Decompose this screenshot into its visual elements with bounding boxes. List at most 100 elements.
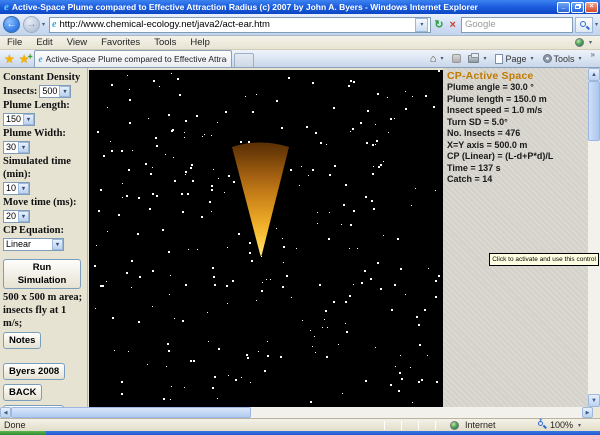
printer-icon: [468, 52, 480, 63]
page-icon: [495, 53, 504, 64]
info-xy-axis: X=Y axis = 500.0 m: [447, 139, 528, 150]
url-text: http://www.chemical-ecology.net/java2/ac…: [59, 19, 270, 30]
info-plume-length: Plume length = 150.0 m: [447, 93, 547, 104]
page-menu-button[interactable]: Page ▾: [495, 53, 535, 64]
simulation-canvas[interactable]: [89, 70, 443, 407]
tools-dropdown-icon: ▾: [578, 56, 582, 62]
plume-length-value: 150: [6, 114, 22, 124]
browser-window: e Active-Space Plume compared to Effecti…: [0, 0, 600, 435]
tools-menu-button[interactable]: Tools ▾: [542, 53, 584, 64]
search-options-icon[interactable]: ▾: [595, 21, 598, 28]
history-dropdown-icon[interactable]: ▾: [42, 21, 45, 28]
horizontal-scrollbar[interactable]: ◀ ▶: [0, 407, 600, 418]
scroll-right-icon[interactable]: ▶: [582, 407, 593, 418]
magnifier-icon: [579, 20, 586, 27]
plume-width-select[interactable]: 30 ▾: [3, 141, 31, 154]
tab-favicon: e: [38, 54, 43, 64]
ie-logo-icon: e: [4, 1, 9, 13]
info-turn-sd: Turn SD = 5.0°: [447, 116, 508, 127]
tab-bar: ★ ★ + e Active-Space Plume compared to Ef…: [0, 50, 600, 68]
scroll-left-icon[interactable]: ◀: [0, 407, 11, 418]
controls-sidebar: Constant Density Insects: 500 ▾ Plume Len…: [0, 68, 88, 435]
chevron-down-icon: ▾: [18, 142, 30, 153]
scroll-down-icon[interactable]: ▼: [588, 394, 600, 407]
zoom-dropdown-icon[interactable]: ▾: [578, 422, 581, 429]
menu-tools[interactable]: Tools: [147, 37, 183, 48]
plume-length-select[interactable]: 150 ▾: [3, 113, 36, 126]
add-favorite-icon[interactable]: ★ +: [19, 51, 33, 65]
cp-equation-label: CP Equation:: [3, 225, 64, 236]
new-tab-button[interactable]: [233, 53, 254, 67]
title-bar: e Active-Space Plume compared to Effecti…: [0, 0, 600, 14]
overflow-chevron-icon[interactable]: »: [591, 50, 595, 59]
sim-time-label2: (min):: [3, 169, 31, 180]
tools-label: Tools: [553, 53, 575, 64]
home-dropdown-icon: ▾: [440, 56, 444, 62]
forward-button[interactable]: →: [23, 16, 40, 33]
run-simulation-button[interactable]: Run Simulation: [3, 259, 81, 289]
status-divider: [384, 420, 385, 430]
search-button[interactable]: [574, 16, 593, 33]
plume-cone: [232, 142, 289, 256]
security-zone: Internet: [450, 420, 538, 430]
byers-2008-button[interactable]: Byers 2008: [3, 363, 66, 380]
cp-equation-select[interactable]: Linear ▾: [3, 238, 64, 251]
menu-favorites[interactable]: Favorites: [94, 37, 147, 48]
back-page-button[interactable]: BACK: [3, 384, 43, 401]
vertical-scroll-thumb[interactable]: [588, 81, 600, 141]
plume-length-label: Plume Length:: [3, 100, 70, 111]
internet-zone-globe-icon: [450, 420, 459, 430]
zoom-control[interactable]: + 100% ▾: [538, 418, 600, 430]
vertical-scrollbar[interactable]: ▲ ▼: [588, 68, 600, 407]
tab-active[interactable]: e Active-Space Plume compared to Effecti…: [33, 50, 232, 67]
close-button[interactable]: ×: [585, 1, 598, 13]
feeds-icon[interactable]: [452, 54, 462, 63]
window-title: Active-Space Plume compared to Effective…: [11, 2, 478, 12]
chevron-down-icon: ▾: [59, 86, 71, 97]
addon-globe-icon[interactable]: [574, 38, 584, 47]
search-input[interactable]: Google: [460, 16, 573, 33]
addon-dropdown-icon[interactable]: ▾: [589, 39, 592, 46]
cp-equation-value: Linear: [6, 239, 32, 249]
info-catch: Catch = 14: [447, 174, 493, 184]
sim-time-value: 10: [6, 183, 17, 193]
status-divider: [401, 420, 402, 430]
menu-help[interactable]: Help: [183, 37, 217, 48]
search-placeholder: Google: [464, 19, 496, 30]
sim-time-select[interactable]: 10 ▾: [3, 182, 31, 195]
menu-view[interactable]: View: [60, 37, 94, 48]
move-time-value: 20: [6, 211, 17, 221]
area-note-line2: insects fly at 1 m/s;: [3, 305, 67, 329]
address-input[interactable]: e http://www.chemical-ecology.net/java2/…: [49, 16, 432, 33]
start-button[interactable]: [0, 431, 46, 435]
refresh-icon[interactable]: ↻: [434, 18, 443, 31]
plume-width-label: Plume Width:: [3, 128, 66, 139]
minimize-button[interactable]: _: [557, 1, 570, 13]
address-dropdown-icon[interactable]: ▾: [415, 17, 429, 32]
chevron-down-icon: ▾: [23, 114, 35, 125]
plus-icon: +: [27, 51, 33, 61]
menu-file[interactable]: File: [0, 37, 29, 48]
insects-value: 500: [42, 86, 58, 96]
stop-icon[interactable]: ×: [450, 19, 456, 31]
menu-edit[interactable]: Edit: [29, 37, 59, 48]
home-button[interactable]: ⌂ ▾: [430, 53, 446, 64]
status-text: Done: [4, 420, 26, 430]
restore-button[interactable]: [571, 1, 584, 13]
gear-icon: [542, 54, 552, 63]
notes-button[interactable]: Notes: [3, 332, 42, 349]
scroll-up-icon[interactable]: ▲: [588, 68, 600, 81]
move-time-select[interactable]: 20 ▾: [3, 210, 31, 223]
info-plume-angle: Plume angle = 30.0 °: [447, 82, 534, 92]
windows-taskbar[interactable]: [0, 431, 600, 435]
insects-label: Insects:: [3, 86, 38, 97]
print-dropdown-icon: ▾: [483, 56, 487, 62]
insects-select[interactable]: 500 ▾: [39, 85, 72, 98]
print-button[interactable]: ▾: [468, 52, 488, 63]
info-time: Time = 137 s: [447, 162, 501, 173]
horizontal-scroll-thumb[interactable]: [11, 407, 251, 418]
favorites-center-icon[interactable]: ★: [4, 53, 15, 65]
back-button[interactable]: ←: [3, 16, 20, 33]
command-bar: ⌂ ▾ ▾ Page ▾ Tools ▾ »: [430, 50, 600, 67]
tab-title: Active-Space Plume compared to Effective…: [45, 54, 227, 64]
